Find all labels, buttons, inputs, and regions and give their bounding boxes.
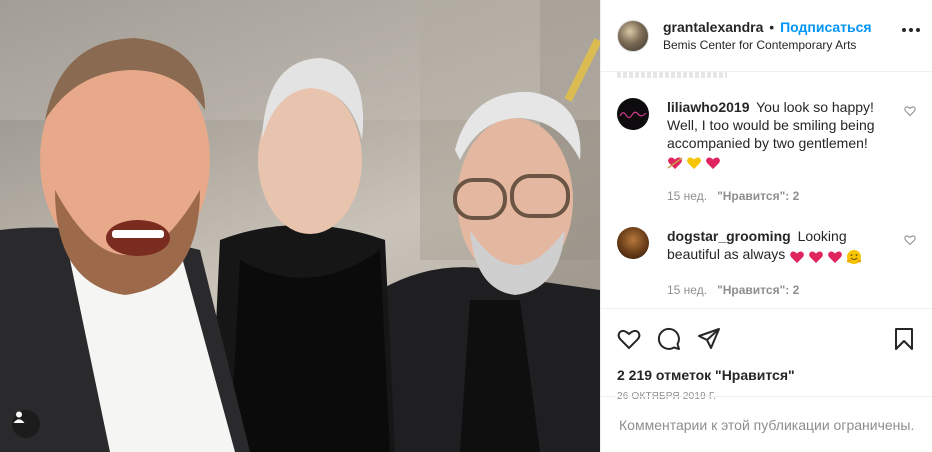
follow-button[interactable]: Подписаться bbox=[780, 19, 872, 35]
comment-likes[interactable]: "Нравится": 2 bbox=[717, 187, 799, 205]
heart-outline-icon bbox=[904, 106, 916, 117]
comment-meta: 15 нед. "Нравится": 2 bbox=[667, 187, 889, 205]
clipped-previous-comment bbox=[617, 72, 727, 78]
comments-list[interactable]: liliawho2019 You look so happy! Well, I … bbox=[601, 72, 932, 308]
comment-emojis bbox=[789, 249, 862, 265]
comment-item: dogstar_grooming Looking beautiful as al… bbox=[617, 227, 916, 298]
author-row: grantalexandra • Подписаться bbox=[663, 19, 872, 35]
separator-dot: • bbox=[769, 18, 775, 35]
commenter-avatar[interactable] bbox=[617, 227, 649, 260]
author-info: grantalexandra • Подписаться Bemis Cente… bbox=[663, 19, 872, 53]
comment-content: liliawho2019 You look so happy! Well, I … bbox=[667, 98, 889, 205]
more-dot-icon bbox=[902, 28, 906, 32]
comment-item: liliawho2019 You look so happy! Well, I … bbox=[617, 98, 916, 205]
share-button[interactable] bbox=[697, 327, 721, 351]
post-header: grantalexandra • Подписаться Bemis Cente… bbox=[601, 0, 932, 72]
author-avatar[interactable] bbox=[617, 19, 649, 52]
comment-time[interactable]: 15 нед. bbox=[667, 281, 707, 299]
post-side-panel: grantalexandra • Подписаться Bemis Cente… bbox=[600, 0, 932, 452]
post-location[interactable]: Bemis Center for Contemporary Arts bbox=[663, 37, 872, 53]
comment-button[interactable] bbox=[657, 327, 681, 351]
bookmark-icon bbox=[895, 328, 913, 350]
comment-time[interactable]: 15 нед. bbox=[667, 187, 707, 205]
comments-limited-notice: Комментарии к этой публикации ограничены… bbox=[601, 396, 932, 452]
like-comment-button[interactable] bbox=[904, 104, 916, 122]
paper-plane-icon bbox=[698, 328, 720, 349]
instagram-post: grantalexandra • Подписаться Bemis Cente… bbox=[0, 0, 932, 452]
more-dot-icon bbox=[916, 28, 920, 32]
action-buttons-row bbox=[617, 319, 916, 359]
hugging-face-icon bbox=[846, 249, 862, 264]
post-photo[interactable] bbox=[0, 0, 600, 452]
comment-likes[interactable]: "Нравится": 2 bbox=[717, 281, 799, 299]
more-dot-icon bbox=[909, 28, 913, 32]
like-comment-button[interactable] bbox=[904, 233, 916, 251]
heart-with-arrow-icon bbox=[667, 157, 683, 170]
red-heart-icon bbox=[828, 251, 843, 263]
author-username[interactable]: grantalexandra bbox=[663, 19, 763, 35]
script-logo-icon bbox=[619, 111, 647, 119]
commenter-avatar[interactable] bbox=[617, 98, 649, 130]
red-heart-icon bbox=[706, 157, 720, 170]
comment-content: dogstar_grooming Looking beautiful as al… bbox=[667, 227, 889, 298]
heart-outline-icon bbox=[904, 235, 916, 246]
red-heart-icon bbox=[809, 251, 824, 263]
more-options-button[interactable] bbox=[902, 28, 920, 32]
tagged-users-button[interactable] bbox=[12, 410, 40, 438]
yellow-heart-icon bbox=[687, 157, 701, 170]
user-icon bbox=[13, 411, 25, 423]
comment-username[interactable]: liliawho2019 bbox=[667, 99, 749, 115]
heart-outline-icon bbox=[617, 329, 641, 350]
like-button[interactable] bbox=[617, 327, 641, 351]
selfie-illustration bbox=[0, 0, 600, 452]
comment-username[interactable]: dogstar_grooming bbox=[667, 228, 791, 244]
likes-count[interactable]: 2 219 отметок "Нравится" bbox=[617, 367, 916, 383]
save-button[interactable] bbox=[892, 327, 916, 356]
comment-meta: 15 нед. "Нравится": 2 bbox=[667, 281, 889, 299]
red-heart-icon bbox=[790, 251, 805, 263]
comment-emojis bbox=[667, 155, 721, 171]
comment-bubble-icon bbox=[657, 327, 680, 350]
